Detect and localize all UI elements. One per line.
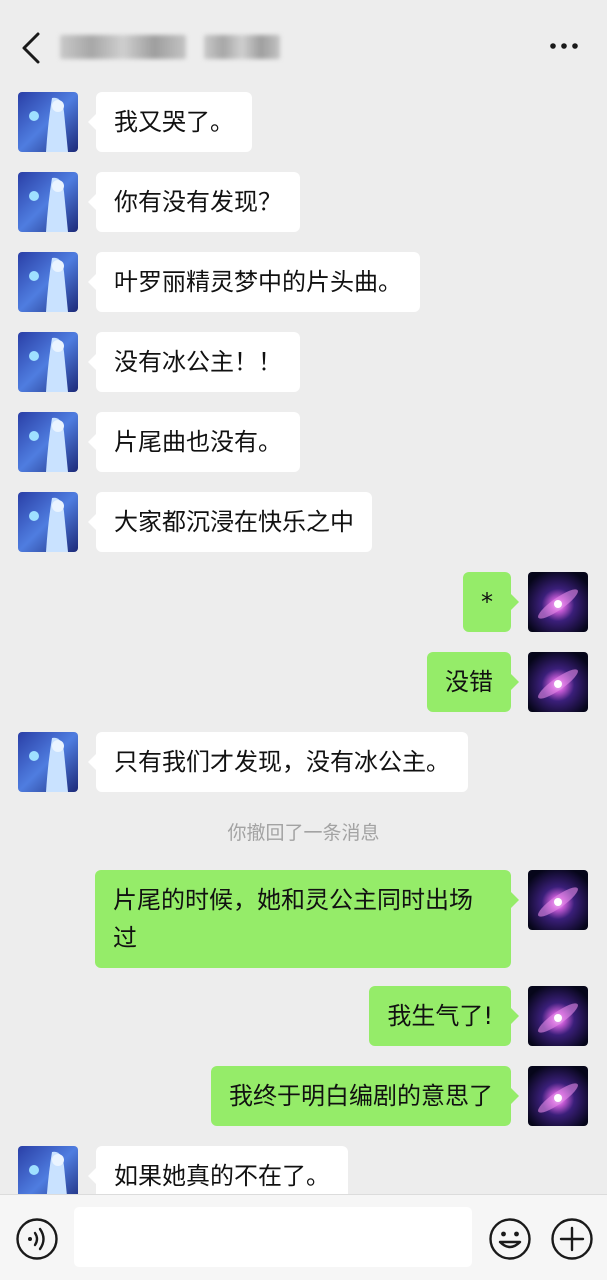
message-bubble-incoming[interactable]: 没有冰公主！！: [88, 332, 300, 392]
more-dots-icon[interactable]: [549, 36, 579, 56]
message-bubble-outgoing[interactable]: 没错: [427, 652, 519, 712]
message-bubble-incoming[interactable]: 我又哭了。: [88, 92, 252, 152]
chevron-left-icon[interactable]: [16, 30, 48, 66]
message-bubble-incoming[interactable]: 片尾曲也没有。: [88, 412, 300, 472]
message-bubble-incoming[interactable]: 叶罗丽精灵梦中的片头曲。: [88, 252, 420, 312]
message-bubble-outgoing[interactable]: 我生气了!: [369, 986, 519, 1046]
my-avatar[interactable]: [528, 986, 588, 1046]
recall-notice: 你撤回了一条消息: [227, 822, 380, 844]
contact-avatar[interactable]: [18, 92, 78, 152]
my-avatar[interactable]: [528, 1066, 588, 1126]
voice-icon[interactable]: [15, 1217, 59, 1261]
my-avatar[interactable]: [528, 870, 588, 930]
message-bubble-incoming[interactable]: 只有我们才发现，没有冰公主。: [88, 732, 468, 792]
contact-avatar[interactable]: [18, 172, 78, 232]
plus-icon[interactable]: [550, 1217, 594, 1261]
message-bubble-incoming[interactable]: 你有没有发现？: [88, 172, 300, 232]
chat-header: [0, 0, 607, 92]
contact-avatar[interactable]: [18, 1146, 78, 1194]
message-bubble-outgoing[interactable]: 片尾的时候，她和灵公主同时出场过: [95, 870, 519, 968]
message-bubble-incoming[interactable]: 如果她真的不在了。: [88, 1146, 348, 1194]
emoji-icon[interactable]: [488, 1217, 532, 1261]
contact-avatar[interactable]: [18, 732, 78, 792]
message-bubble-incoming[interactable]: 大家都沉浸在快乐之中: [88, 492, 372, 552]
message-list[interactable]: 我又哭了。 你有没有发现？ 叶罗丽精灵梦中的片头曲。 没有冰公主！！ 片尾曲也没…: [0, 92, 607, 1194]
contact-avatar[interactable]: [18, 412, 78, 472]
chat-title: [60, 32, 280, 62]
my-avatar[interactable]: [528, 652, 588, 712]
contact-avatar[interactable]: [18, 252, 78, 312]
message-input[interactable]: [74, 1207, 472, 1267]
message-bubble-outgoing[interactable]: *: [463, 572, 519, 632]
contact-avatar[interactable]: [18, 492, 78, 552]
input-bar: [0, 1194, 607, 1280]
message-bubble-outgoing[interactable]: 我终于明白编剧的意思了: [211, 1066, 519, 1126]
my-avatar[interactable]: [528, 572, 588, 632]
contact-avatar[interactable]: [18, 332, 78, 392]
